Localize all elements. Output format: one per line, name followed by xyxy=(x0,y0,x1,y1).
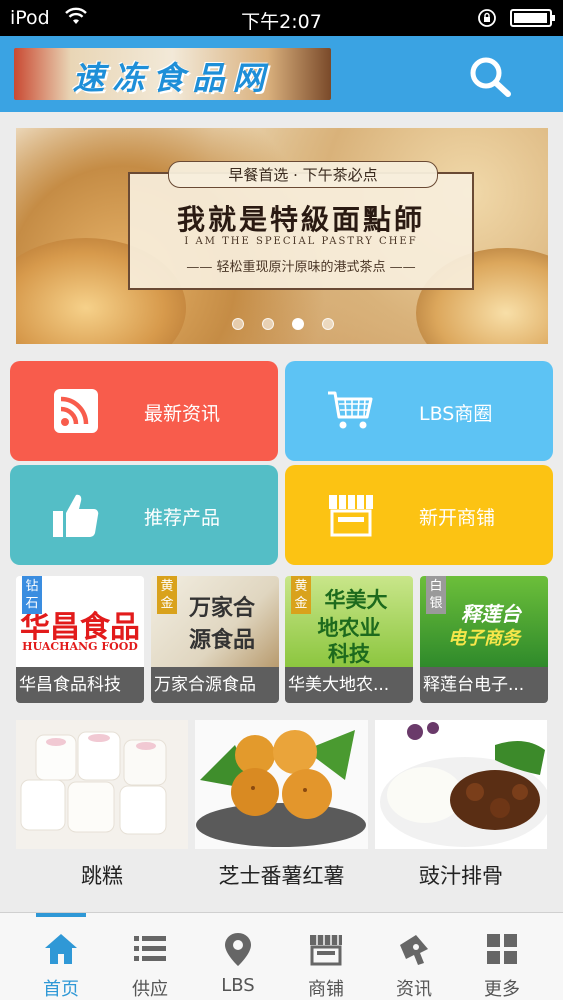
seller-image-subtext: HUACHANG FOOD xyxy=(22,640,138,653)
logo-text: 速冻食品网 xyxy=(72,59,273,97)
seller-badge: 钻石 xyxy=(22,576,42,614)
search-icon[interactable] xyxy=(466,54,514,98)
seller-name: 释莲台电子... xyxy=(420,667,548,703)
tab-label: 首页 xyxy=(43,979,79,1000)
product-card[interactable]: 芝士番薯红薯 xyxy=(195,720,368,900)
product-image xyxy=(16,720,188,849)
product-image xyxy=(195,720,368,849)
status-bar: iPod 下午2:07 xyxy=(0,0,563,36)
tab-label: 更多 xyxy=(484,979,520,1000)
seller-badge: 黄金 xyxy=(291,576,311,614)
product-card[interactable]: 跳糕 xyxy=(16,720,188,900)
product-name: 芝士番薯红薯 xyxy=(218,864,345,888)
rotation-lock-icon xyxy=(478,9,496,27)
storefront-icon xyxy=(329,495,373,537)
tab-supply[interactable]: 供应 xyxy=(106,913,194,1000)
seller-image-text: 电子商务 xyxy=(448,628,520,649)
seller-badge: 白银 xyxy=(426,576,446,614)
carousel-dot[interactable] xyxy=(262,318,274,330)
tile-recommended-products[interactable]: 推荐产品 xyxy=(10,465,278,565)
seller-badge: 黄金 xyxy=(157,576,177,614)
tab-label: 资讯 xyxy=(396,979,432,1000)
tile-label: 推荐产品 xyxy=(144,507,221,529)
product-name: 豉汁排骨 xyxy=(419,864,503,888)
tab-lbs[interactable]: LBS xyxy=(194,913,282,1000)
rss-icon xyxy=(54,389,98,433)
promo-banner[interactable]: 早餐首选 · 下午茶必点 我就是特級面點師 I AM THE SPECIAL P… xyxy=(16,128,548,344)
battery-icon xyxy=(510,9,555,27)
carousel-dot[interactable] xyxy=(322,318,334,330)
tab-label: 商铺 xyxy=(308,979,344,1000)
seller-image-text: 源食品 xyxy=(188,627,255,653)
seller-name: 华昌食品科技 xyxy=(16,667,144,703)
app-header: 速冻食品网 xyxy=(0,36,563,112)
tab-news[interactable]: 资讯 xyxy=(370,913,458,1000)
tile-new-shops[interactable]: 新开商铺 xyxy=(285,465,553,565)
banner-title-en: I AM THE SPECIAL PASTRY CHEF xyxy=(184,236,418,247)
list-icon xyxy=(134,936,166,961)
tab-home[interactable]: 首页 xyxy=(17,913,105,1000)
home-icon xyxy=(45,934,77,964)
app-screen: iPod 下午2:07 速冻食品网 早餐首选 · 下午茶必点 我就是特級面點師 … xyxy=(0,0,563,1000)
seller-card[interactable]: 华美大 地农业 科技 黄金 华美大地农... xyxy=(285,576,413,703)
site-logo[interactable]: 速冻食品网 xyxy=(14,48,331,100)
seller-card[interactable]: 华昌食品 HUACHANG FOOD 钻石 华昌食品科技 xyxy=(16,576,144,703)
product-image xyxy=(375,720,547,849)
bottom-tab-bar: 首页 供应 LBS 商铺 资讯 更多 xyxy=(0,912,563,1000)
seller-image-text: 科技 xyxy=(328,642,370,666)
tab-more[interactable]: 更多 xyxy=(458,913,546,1000)
product-name: 跳糕 xyxy=(81,864,123,888)
seller-card[interactable]: 万家合 源食品 黄金 万家合源食品 xyxy=(151,576,279,703)
tile-lbs[interactable]: LBS商圈 xyxy=(285,361,553,461)
location-pin-icon xyxy=(225,933,251,966)
news-icon xyxy=(400,935,428,965)
tile-label: LBS商圈 xyxy=(419,403,493,425)
tab-label: 供应 xyxy=(132,979,168,1000)
product-card[interactable]: 豉汁排骨 xyxy=(375,720,547,900)
carousel-dot[interactable] xyxy=(292,318,304,330)
store-icon xyxy=(310,935,342,966)
carousel-dot[interactable] xyxy=(232,318,244,330)
carousel-dots xyxy=(232,318,342,332)
seller-name: 万家合源食品 xyxy=(151,667,279,703)
tile-label: 新开商铺 xyxy=(419,507,496,529)
grid-icon xyxy=(487,934,517,964)
banner-title: 我就是特級面點師 xyxy=(176,203,425,236)
cart-icon xyxy=(328,391,373,429)
tile-label: 最新资讯 xyxy=(144,403,221,425)
tab-label: LBS xyxy=(221,975,255,996)
tile-latest-news[interactable]: 最新资讯 xyxy=(10,361,278,461)
banner-tagline: 早餐首选 · 下午茶必点 xyxy=(168,161,438,188)
banner-subtitle: —— 轻松重现原汁原味的港式茶点 —— xyxy=(186,260,416,275)
seller-name: 华美大地农... xyxy=(285,667,413,703)
thumbs-up-icon xyxy=(53,494,99,537)
seller-card[interactable]: 释莲台 电子商务 白银 释莲台电子... xyxy=(420,576,548,703)
tab-stores[interactable]: 商铺 xyxy=(282,913,370,1000)
